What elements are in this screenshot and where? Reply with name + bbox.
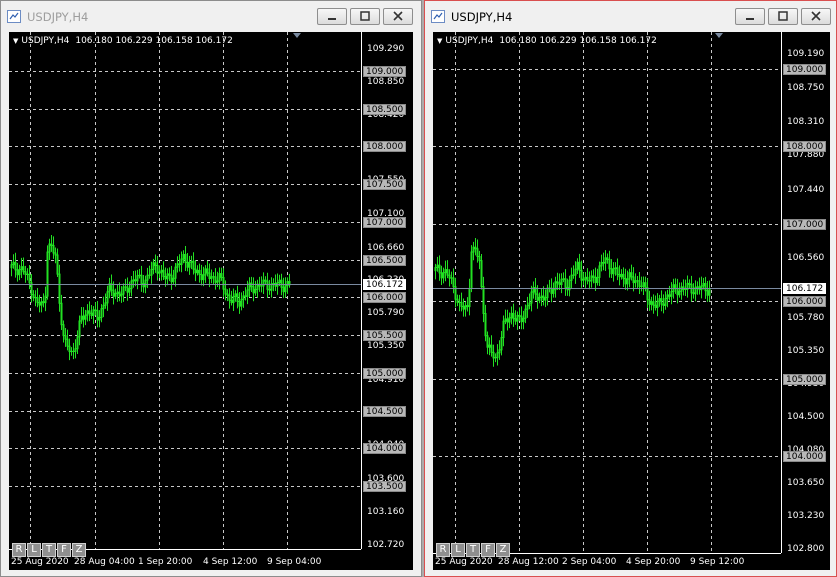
toolbar-button-f[interactable]: F	[481, 543, 495, 557]
toolbar-button-z[interactable]: Z	[72, 543, 86, 557]
symbol-label: USDJPY,H4	[445, 36, 494, 46]
toolbar-button-f[interactable]: F	[57, 543, 71, 557]
price-scale-label: 105.350	[787, 346, 825, 357]
toolbar-button-l[interactable]: L	[451, 543, 465, 557]
ohlc-values: 106.180 106.229 106.158 106.172	[499, 36, 657, 46]
price-level-tag: 108.500	[363, 103, 407, 115]
price-scale-label: 105.350	[367, 341, 405, 352]
price-scale-label: 109.290	[367, 44, 405, 54]
price-scale-label: 103.650	[787, 478, 825, 489]
price-level-tag: 106.000	[783, 296, 827, 308]
chart-window-right[interactable]: USDJPY,H4 ▼ USDJPY,H4 106.180 106.229 106.…	[424, 0, 837, 577]
time-axis-label: 9 Sep 12:00	[690, 557, 745, 567]
price-level-tag: 105.500	[363, 330, 407, 342]
chart-window-left[interactable]: USDJPY,H4 ▼ USDJPY,H4 106.180 106.229 106.…	[0, 0, 422, 577]
time-axis-label: 2 Sep 04:00	[562, 557, 617, 567]
time-axis-label: 28 Aug 12:00	[498, 557, 559, 567]
symbol-label: USDJPY,H4	[21, 36, 70, 46]
price-level-tag: 109.000	[363, 65, 407, 77]
time-axis-label: 4 Sep 12:00	[203, 557, 258, 567]
current-price-tag: 106.172	[783, 283, 827, 294]
toolbar-button-z[interactable]: Z	[496, 543, 510, 557]
chart-window-icon	[7, 10, 21, 23]
minimize-button[interactable]	[735, 8, 765, 25]
toolbar-buttons: RLTFZ	[436, 543, 510, 557]
time-axis-label: 1 Sep 20:00	[138, 557, 193, 567]
time-axis-label: 28 Aug 04:00	[74, 557, 135, 567]
price-scale-label: 109.190	[787, 49, 825, 59]
toolbar-button-t[interactable]: T	[466, 543, 480, 557]
maximize-button[interactable]	[350, 8, 380, 25]
price-scale-label: 104.500	[787, 412, 825, 423]
price-level-tag: 105.000	[363, 367, 407, 379]
maximize-button[interactable]	[768, 8, 798, 25]
time-axis-label: 4 Sep 20:00	[626, 557, 681, 567]
price-chart[interactable]	[433, 32, 830, 570]
price-scale-label: 106.560	[787, 252, 825, 263]
price-level-tag: 107.000	[783, 218, 827, 230]
price-level-tag: 104.500	[363, 405, 407, 417]
toolbar-button-r[interactable]: R	[436, 543, 450, 557]
price-level-tag: 106.000	[363, 292, 407, 304]
dropdown-arrow-icon[interactable]: ▼	[13, 37, 18, 45]
title-bar[interactable]: USDJPY,H4	[1, 1, 421, 32]
price-scale-label: 108.310	[787, 117, 825, 128]
time-axis-label: 9 Sep 04:00	[267, 557, 322, 567]
toolbar-buttons: RLTFZ	[12, 543, 86, 557]
toolbar-button-l[interactable]: L	[27, 543, 41, 557]
window-title: USDJPY,H4	[451, 10, 513, 24]
current-price-tag: 106.172	[363, 279, 407, 290]
ohlc-values: 106.180 106.229 106.158 106.172	[75, 36, 233, 46]
price-scale-label: 105.790	[367, 308, 405, 319]
window-title: USDJPY,H4	[27, 10, 89, 24]
price-scale-label: 108.750	[787, 83, 825, 94]
minimize-button[interactable]	[317, 8, 347, 25]
price-scale-label: 107.440	[787, 184, 825, 195]
price-scale-label: 108.850	[367, 77, 405, 88]
price-level-tag: 107.500	[363, 179, 407, 191]
symbol-info: ▼ USDJPY,H4 106.180 106.229 106.158 106.17…	[437, 35, 657, 47]
chart-area[interactable]: ▼ USDJPY,H4 106.180 106.229 106.158 106.17…	[9, 32, 413, 570]
price-level-tag: 104.000	[363, 443, 407, 455]
symbol-info: ▼ USDJPY,H4 106.180 106.229 106.158 106.17…	[13, 35, 233, 47]
price-scale-label: 102.800	[787, 544, 825, 554]
close-button[interactable]	[801, 8, 831, 25]
time-axis-label: 25 Aug 2020	[435, 557, 493, 567]
price-level-tag: 108.000	[363, 141, 407, 153]
price-level-tag: 103.500	[363, 481, 407, 493]
toolbar-button-r[interactable]: R	[12, 543, 26, 557]
price-level-tag: 109.000	[783, 63, 827, 75]
dropdown-arrow-icon[interactable]: ▼	[437, 37, 442, 45]
price-level-tag: 108.000	[783, 141, 827, 153]
time-axis-label: 25 Aug 2020	[11, 557, 69, 567]
price-scale-label: 103.230	[787, 510, 825, 521]
chart-area[interactable]: ▼ USDJPY,H4 106.180 106.229 106.158 106.17…	[433, 32, 830, 570]
close-button[interactable]	[383, 8, 413, 25]
chart-shift-marker[interactable]	[715, 33, 723, 38]
price-scale-label: 102.720	[367, 540, 405, 550]
price-chart[interactable]	[9, 32, 413, 570]
price-level-tag: 105.000	[783, 373, 827, 385]
price-level-tag: 106.500	[363, 254, 407, 266]
toolbar-button-t[interactable]: T	[42, 543, 56, 557]
price-level-tag: 104.000	[783, 451, 827, 463]
price-scale-label: 106.660	[367, 242, 405, 253]
title-bar[interactable]: USDJPY,H4	[425, 1, 836, 32]
price-scale-label: 103.160	[367, 506, 405, 517]
chart-window-icon	[431, 10, 445, 23]
chart-shift-marker[interactable]	[293, 33, 301, 38]
price-level-tag: 107.000	[363, 216, 407, 228]
price-scale-label: 105.780	[787, 313, 825, 324]
